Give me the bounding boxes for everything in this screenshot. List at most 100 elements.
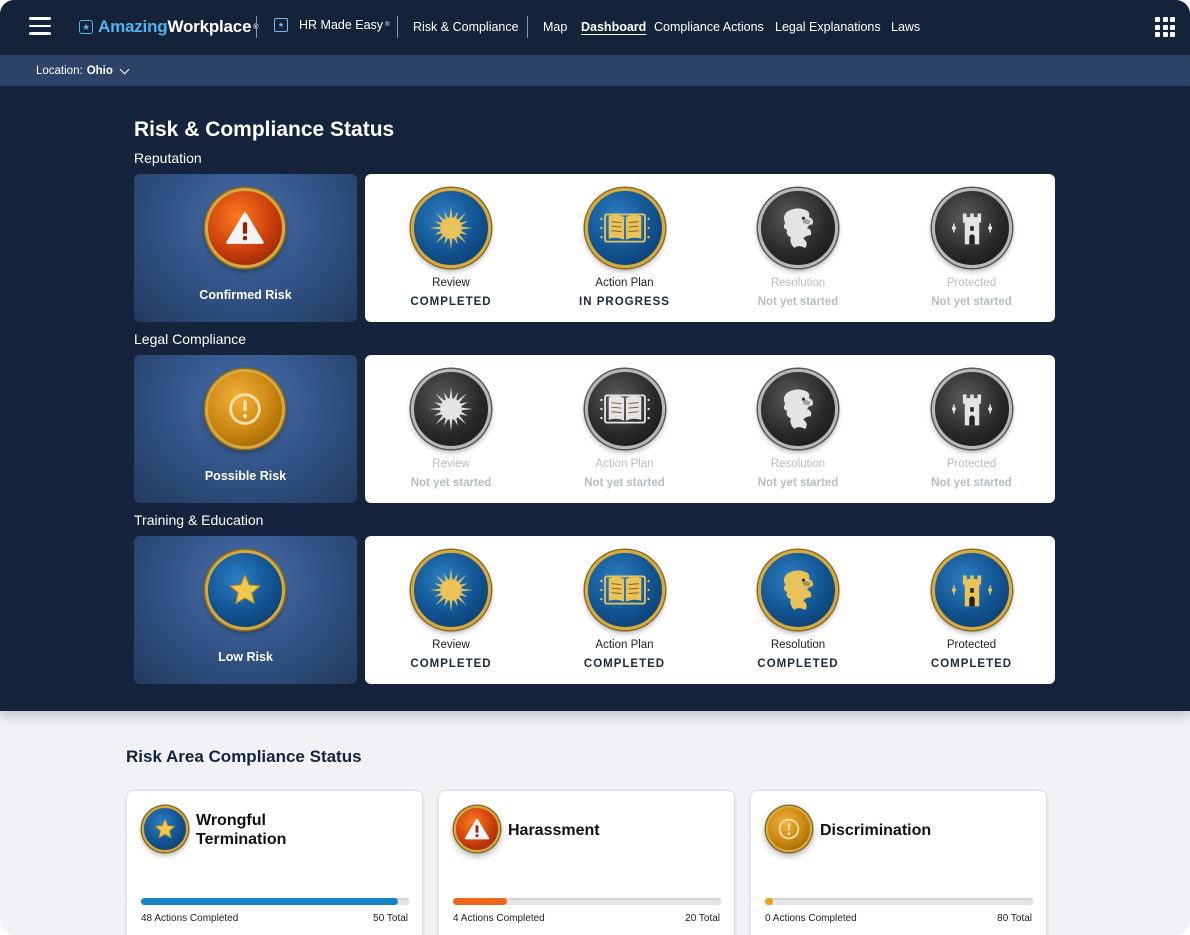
- stage-status: IN PROGRESS: [579, 296, 670, 308]
- stage-protected[interactable]: Protected Not yet started: [886, 174, 1058, 322]
- stage-name: Protected: [946, 277, 997, 289]
- section-title: Risk Area Compliance Status: [126, 747, 362, 766]
- stage-status: COMPLETED: [757, 658, 839, 670]
- warning-triangle-icon: [462, 814, 492, 844]
- stage-status: Not yet started: [757, 477, 839, 489]
- progress-stages-panel: Review Not yet started Action Plan Not y…: [365, 355, 1055, 503]
- stage-medal: [931, 188, 1012, 268]
- header-divider: [397, 16, 398, 38]
- section-risk-compliance[interactable]: Risk & Compliance: [413, 20, 519, 34]
- castle-icon: [943, 561, 1001, 619]
- stage-review[interactable]: Review COMPLETED: [365, 536, 537, 684]
- brand-star-icon: ★: [79, 20, 93, 34]
- book-icon: [596, 199, 654, 257]
- lion-icon: [769, 380, 827, 438]
- header-divider: [256, 16, 257, 38]
- nav-legal-explanations[interactable]: Legal Explanations: [775, 20, 881, 34]
- sun-icon: [422, 199, 480, 257]
- brand-logo[interactable]: ★ AmazingWorkplace®: [79, 17, 258, 37]
- risk-level-medal: [205, 550, 285, 630]
- actions-completed-label: 4 Actions Completed: [453, 913, 545, 924]
- stage-name: Review: [432, 639, 470, 651]
- nav-compliance-actions[interactable]: Compliance Actions: [654, 20, 764, 34]
- stage-medal: [411, 188, 491, 268]
- stage-protected[interactable]: Protected COMPLETED: [886, 536, 1058, 684]
- risk-area-card[interactable]: Discrimination 0 Actions Completed 80 To…: [750, 790, 1047, 935]
- risk-area-medal: [766, 806, 812, 852]
- risk-level-medal: [205, 188, 285, 268]
- risk-category-label: Reputation: [134, 150, 202, 166]
- stage-name: Resolution: [770, 458, 826, 470]
- stage-status: Not yet started: [931, 477, 1012, 489]
- product-label: HR Made Easy: [299, 18, 384, 32]
- risk-level-card[interactable]: Low Risk: [134, 536, 357, 684]
- stage-medal: [758, 369, 838, 449]
- header-divider: [527, 16, 528, 38]
- stage-status: COMPLETED: [930, 658, 1013, 670]
- risk-area-card[interactable]: Wrongful Termination 48 Actions Complete…: [126, 790, 423, 935]
- risk-area-title: Discrimination: [820, 821, 1030, 840]
- castle-icon: [943, 380, 1001, 438]
- stage-name: Protected: [946, 458, 997, 470]
- location-selector[interactable]: Location: Ohio: [36, 64, 130, 77]
- stage-resolution[interactable]: Resolution Not yet started: [712, 355, 884, 503]
- stage-status: Not yet started: [410, 477, 492, 489]
- stage-resolution[interactable]: Resolution COMPLETED: [712, 536, 884, 684]
- stage-name: Action Plan: [595, 639, 654, 651]
- risk-area-title-line2: Termination: [196, 831, 287, 848]
- stage-name: Protected: [946, 639, 997, 651]
- risk-area-title-line1: Wrongful: [196, 812, 266, 829]
- progress-bar-fill: [453, 898, 507, 905]
- sun-icon: [422, 561, 480, 619]
- stage-action-plan[interactable]: Action Plan COMPLETED: [539, 536, 711, 684]
- book-icon: [596, 561, 654, 619]
- stage-action-plan[interactable]: Action Plan Not yet started: [539, 355, 711, 503]
- progress-bar-fill: [141, 898, 399, 905]
- page-title: Risk & Compliance Status: [134, 118, 395, 141]
- stage-name: Resolution: [770, 277, 826, 289]
- exclamation-circle-icon: [774, 814, 804, 844]
- star-icon: [150, 814, 180, 844]
- risk-area-title-line1: Harassment: [508, 822, 600, 839]
- risk-level-card[interactable]: Possible Risk: [134, 355, 357, 503]
- stage-medal: [411, 369, 491, 449]
- book-icon: [596, 380, 654, 438]
- nav-laws[interactable]: Laws: [891, 20, 920, 34]
- stage-status: COMPLETED: [410, 658, 492, 670]
- stage-medal: [931, 369, 1012, 449]
- stage-medal: [758, 550, 838, 630]
- product-star-icon: ★: [274, 18, 288, 32]
- stage-name: Resolution: [770, 639, 826, 651]
- stage-protected[interactable]: Protected Not yet started: [886, 355, 1058, 503]
- risk-area-medal: [454, 806, 500, 852]
- stage-status: COMPLETED: [410, 296, 492, 308]
- stage-medal: [584, 369, 665, 449]
- actions-completed-label: 48 Actions Completed: [141, 913, 239, 924]
- nav-dashboard[interactable]: Dashboard: [581, 20, 646, 34]
- stage-status: Not yet started: [931, 296, 1012, 308]
- stage-status: Not yet started: [584, 477, 665, 489]
- risk-area-card[interactable]: Harassment 4 Actions Completed 20 Total: [438, 790, 735, 935]
- stage-review[interactable]: Review COMPLETED: [365, 174, 537, 322]
- actions-total-label: 80 Total: [997, 913, 1032, 924]
- risk-level-label: Possible Risk: [204, 469, 287, 483]
- brand-suffix: Workplace: [167, 17, 252, 36]
- stage-name: Review: [432, 458, 470, 470]
- stage-medal: [584, 550, 665, 630]
- hamburger-menu-icon[interactable]: [29, 17, 51, 35]
- risk-level-card[interactable]: Confirmed Risk: [134, 174, 357, 322]
- castle-icon: [943, 199, 1001, 257]
- app-grid-icon[interactable]: [1155, 17, 1175, 37]
- risk-area-title: Harassment: [508, 821, 718, 840]
- risk-level-medal: [205, 369, 285, 449]
- lion-icon: [769, 561, 827, 619]
- stage-resolution[interactable]: Resolution Not yet started: [712, 174, 884, 322]
- product-name[interactable]: ★ HR Made Easy ®: [274, 18, 389, 32]
- stage-review[interactable]: Review Not yet started: [365, 355, 537, 503]
- progress-stages-panel: Review COMPLETED Action Plan IN PROGRESS…: [365, 174, 1055, 322]
- stage-status: COMPLETED: [583, 658, 666, 670]
- top-navigation-bar: ★ AmazingWorkplace® ★ HR Made Easy® Risk…: [0, 0, 1190, 55]
- progress-bar: [453, 898, 721, 905]
- stage-action-plan[interactable]: Action Plan IN PROGRESS: [539, 174, 711, 322]
- nav-map[interactable]: Map: [543, 20, 567, 34]
